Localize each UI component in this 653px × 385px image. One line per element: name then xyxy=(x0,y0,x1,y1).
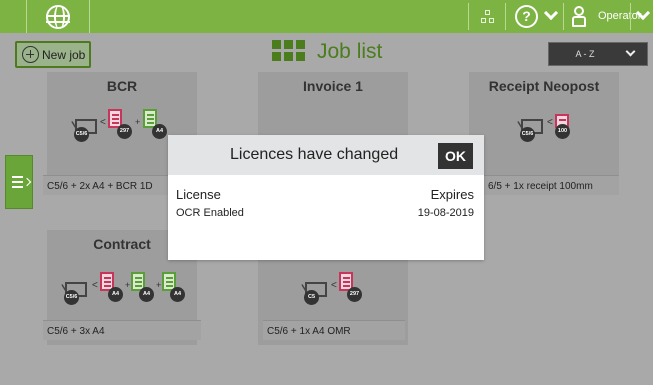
job-card-description: C5/6 + 3x A4 xyxy=(43,320,201,340)
job-card-title: Invoice 1 xyxy=(303,78,363,94)
divider xyxy=(505,3,506,30)
insert-arrow-icon: < xyxy=(100,117,106,128)
envelope-badge: C5 xyxy=(304,290,319,305)
document-badge: A4 xyxy=(170,287,185,302)
license-expiry: 19-08-2019 xyxy=(417,207,474,219)
job-card-description: 6/5 + 1x receipt 100mm xyxy=(484,175,619,195)
job-list-grid-icon xyxy=(272,40,305,62)
license-name: OCR Enabled xyxy=(176,207,244,219)
home-button[interactable] xyxy=(26,0,90,33)
top-bar: ? Operator xyxy=(0,0,653,33)
insert-arrow-icon: < xyxy=(331,280,337,291)
job-card-description: C5/6 + 1x A4 OMR xyxy=(263,320,405,340)
column-header-license: License xyxy=(176,187,221,202)
dialog-header: Licences have changed OK xyxy=(168,135,484,175)
envelope-badge: C5/6 xyxy=(520,127,535,142)
document-badge: A4 xyxy=(139,287,154,302)
plus-icon: + xyxy=(156,280,162,290)
job-card-receipt-neopost[interactable]: Receipt Neopost C5/6 < 100 xyxy=(469,72,619,187)
side-menu-toggle[interactable] xyxy=(5,155,33,209)
chevron-right-icon xyxy=(22,177,32,187)
document-badge: A4 xyxy=(108,287,123,302)
page-title: Job list xyxy=(317,40,383,63)
ok-button[interactable]: OK xyxy=(438,143,473,169)
document-badge: A4 xyxy=(152,124,167,139)
job-card-title: Receipt Neopost xyxy=(488,78,600,94)
divider xyxy=(630,3,631,30)
column-header-expires: Expires xyxy=(430,187,474,202)
sort-dropdown[interactable]: A - Z xyxy=(548,42,648,66)
divider xyxy=(563,3,564,30)
document-badge: 100 xyxy=(555,124,570,139)
envelope-badge: C5/6 xyxy=(64,290,79,305)
network-icon[interactable] xyxy=(481,10,495,24)
new-job-label: New job xyxy=(42,48,86,62)
job-card-title: BCR xyxy=(106,78,138,94)
divider xyxy=(468,3,469,30)
help-chevron-down-icon[interactable] xyxy=(543,5,559,21)
insert-arrow-icon: < xyxy=(547,117,553,128)
globe-logo-icon xyxy=(46,5,70,29)
plus-icon: + xyxy=(125,280,131,290)
plus-icon: + xyxy=(135,117,141,127)
licences-dialog: Licences have changed OK License Expires… xyxy=(168,135,484,260)
sort-label: A - Z xyxy=(575,49,595,59)
insert-arrow-icon: < xyxy=(92,280,98,291)
plus-circle-icon xyxy=(22,46,39,63)
document-badge: 297 xyxy=(347,287,362,302)
dialog-title: Licences have changed xyxy=(230,146,399,163)
document-badge: 297 xyxy=(117,124,132,139)
new-job-button[interactable]: New job xyxy=(15,41,91,68)
help-icon[interactable]: ? xyxy=(515,5,538,28)
user-icon[interactable] xyxy=(572,6,586,28)
chevron-down-icon xyxy=(625,46,636,57)
user-label[interactable]: Operator xyxy=(598,10,641,22)
envelope-badge: C5/6 xyxy=(74,127,89,142)
